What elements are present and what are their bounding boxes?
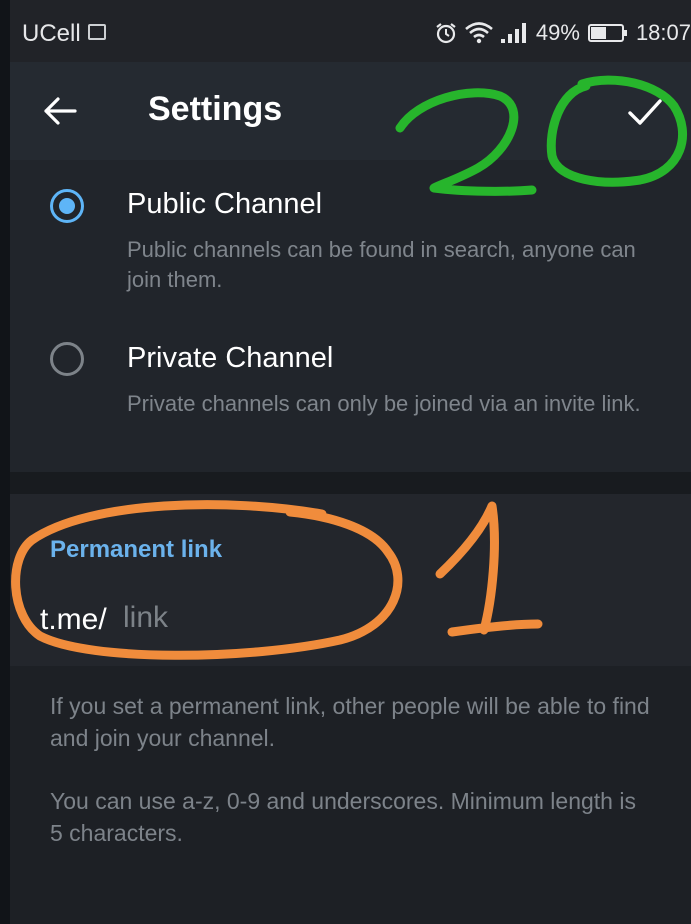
private-channel-radio[interactable] (50, 342, 84, 376)
public-channel-radio[interactable] (50, 189, 84, 223)
action-bar: Settings (10, 62, 691, 160)
wifi-icon (465, 22, 493, 44)
gallery-icon (88, 24, 106, 40)
section-divider (10, 472, 691, 494)
page-title: Settings (148, 90, 283, 128)
permanent-link-info: If you set a permanent link, other peopl… (50, 693, 650, 751)
permanent-link-header: Permanent link (50, 536, 223, 563)
alarm-icon (436, 23, 456, 44)
permanent-link-input[interactable] (123, 598, 423, 638)
private-channel-title: Private Channel (127, 342, 334, 374)
status-bar: UCell 49% 18:07 (10, 0, 691, 62)
status-indicators: 49% 18:07 (434, 18, 691, 48)
carrier-name: UCell (22, 20, 81, 47)
public-channel-description: Public channels can be found in search, … (127, 237, 636, 292)
permanent-link-rules: You can use a-z, 0-9 and underscores. Mi… (50, 788, 636, 846)
back-button[interactable] (40, 91, 80, 131)
private-channel-description: Private channels can only be joined via … (127, 391, 641, 416)
public-channel-title: Public Channel (127, 188, 323, 220)
link-prefix: t.me/ (40, 603, 107, 636)
battery-percent: 49% (535, 20, 580, 45)
signal-icon (500, 23, 526, 43)
permanent-link-section: Permanent link t.me/ (10, 494, 691, 666)
channel-type-section: Public Channel Public channels can be fo… (10, 160, 691, 472)
arrow-left-icon (44, 97, 77, 125)
done-button[interactable] (621, 88, 669, 136)
battery-icon (587, 24, 627, 42)
check-icon (628, 99, 662, 125)
app-screen: UCell 49% 18:07 Settings Public Channel … (10, 0, 691, 924)
clock: 18:07 (635, 20, 691, 45)
